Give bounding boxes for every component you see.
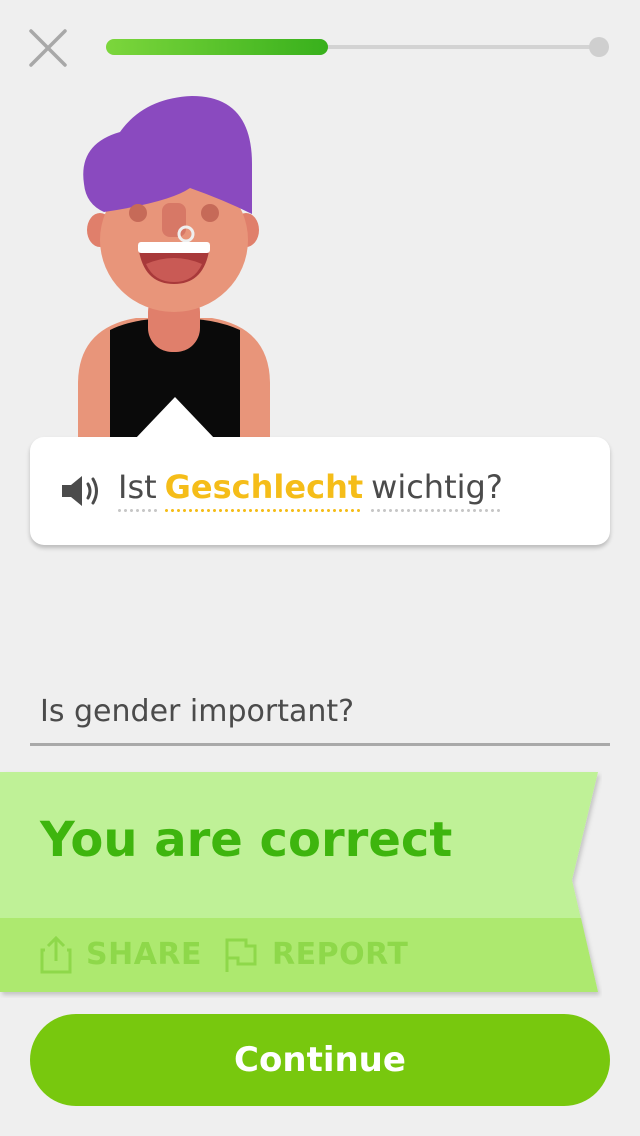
prompt-word[interactable]: Ist	[118, 468, 157, 512]
share-label: SHARE	[86, 936, 203, 972]
speaker-icon	[62, 476, 98, 506]
speaker-button[interactable]	[60, 473, 102, 509]
report-label: REPORT	[272, 936, 409, 972]
share-button[interactable]: SHARE	[40, 930, 202, 978]
progress-bar	[106, 39, 600, 55]
result-title: You are correct	[40, 812, 453, 868]
character-illustration	[78, 96, 270, 437]
share-icon	[40, 935, 72, 974]
flag-icon	[225, 938, 257, 972]
continue-button[interactable]: Continue	[30, 1014, 610, 1106]
prompt-word[interactable]: wichtig?	[371, 468, 503, 512]
progress-end-dot	[589, 37, 609, 57]
close-icon	[29, 29, 67, 67]
prompt-word-new[interactable]: Geschlecht	[164, 468, 364, 512]
prompt-sentence: Ist Geschlecht wichtig?	[118, 468, 511, 512]
progress-fill	[106, 39, 329, 55]
close-button[interactable]	[28, 28, 68, 68]
report-button[interactable]: REPORT	[224, 930, 408, 978]
speech-bubble-tail	[135, 397, 215, 439]
answer-input[interactable]	[30, 680, 610, 746]
